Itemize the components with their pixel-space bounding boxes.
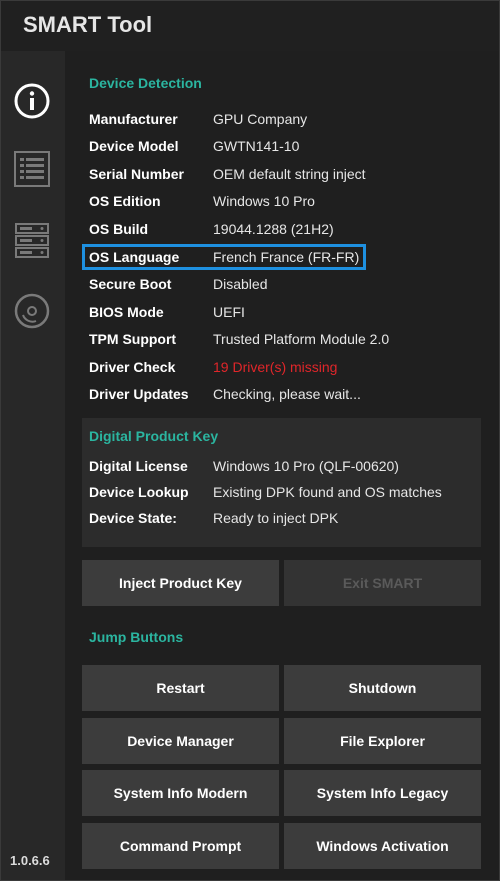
detail-row: Serial Number OEM default string inject <box>89 166 489 188</box>
device-manager-button[interactable]: Device Manager <box>82 718 279 764</box>
dpk-title: Digital Product Key <box>89 428 219 444</box>
server-icon[interactable] <box>12 221 52 261</box>
row-label: Device Lookup <box>89 484 189 500</box>
row-value: UEFI <box>213 304 245 320</box>
row-value: French France (FR-FR) <box>213 249 360 265</box>
row-value: Windows 10 Pro (QLF-00620) <box>213 458 399 474</box>
row-value: Windows 10 Pro <box>213 193 315 209</box>
info-icon[interactable] <box>12 81 52 121</box>
row-label: Driver Updates <box>89 386 189 402</box>
inject-product-key-button[interactable]: Inject Product Key <box>82 560 279 606</box>
list-icon[interactable] <box>12 149 52 189</box>
row-value: Trusted Platform Module 2.0 <box>213 331 390 347</box>
row-value: Checking, please wait... <box>213 386 361 402</box>
row-value: Ready to inject DPK <box>213 510 339 526</box>
sidebar: 1.0.6.6 <box>1 51 65 880</box>
row-label: Serial Number <box>89 166 184 182</box>
windows-activation-button[interactable]: Windows Activation <box>284 823 481 869</box>
detail-row: Manufacturer GPU Company <box>89 111 489 133</box>
row-value: 19044.1288 (21H2) <box>213 221 334 237</box>
row-value: Disabled <box>213 276 268 292</box>
row-label: TPM Support <box>89 331 177 347</box>
row-label: Digital License <box>89 458 188 474</box>
detail-row: Device State: Ready to inject DPK <box>89 510 489 532</box>
row-label: OS Build <box>89 221 149 237</box>
row-label: BIOS Mode <box>89 304 164 320</box>
driver-missing-value: 19 Driver(s) missing <box>213 359 338 375</box>
digital-product-key-panel: Digital Product Key Digital License Wind… <box>82 418 481 547</box>
row-label: OS Language <box>89 249 180 265</box>
detail-row: Driver Check 19 Driver(s) missing <box>89 359 489 381</box>
row-value: GWTN141-10 <box>213 138 300 154</box>
detail-row: Driver Updates Checking, please wait... <box>89 386 489 408</box>
detail-row: BIOS Mode UEFI <box>89 304 489 326</box>
row-label: Device Model <box>89 138 179 154</box>
row-value: Existing DPK found and OS matches <box>213 484 442 500</box>
row-label: Manufacturer <box>89 111 178 127</box>
main-content: Device Detection Manufacturer GPU Compan… <box>65 51 499 880</box>
title-bar: SMART Tool <box>1 1 499 51</box>
detail-row: OS Edition Windows 10 Pro <box>89 193 489 215</box>
jump-buttons-title: Jump Buttons <box>89 629 184 645</box>
row-label: Driver Check <box>89 359 176 375</box>
disc-icon[interactable] <box>12 291 52 331</box>
row-value: OEM default string inject <box>213 166 366 182</box>
row-label: Device State: <box>89 510 177 526</box>
detail-row: Secure Boot Disabled <box>89 276 489 298</box>
detail-row: Device Lookup Existing DPK found and OS … <box>89 484 489 506</box>
row-label: Secure Boot <box>89 276 172 292</box>
detail-row: OS Build 19044.1288 (21H2) <box>89 221 489 243</box>
device-detection-title: Device Detection <box>89 75 202 91</box>
restart-button[interactable]: Restart <box>82 665 279 711</box>
command-prompt-button[interactable]: Command Prompt <box>82 823 279 869</box>
file-explorer-button[interactable]: File Explorer <box>284 718 481 764</box>
system-info-modern-button[interactable]: System Info Modern <box>82 770 279 816</box>
detail-row: Digital License Windows 10 Pro (QLF-0062… <box>89 458 489 480</box>
row-label: OS Edition <box>89 193 161 209</box>
detail-row: Device Model GWTN141-10 <box>89 138 489 160</box>
exit-smart-button[interactable]: Exit SMART <box>284 560 481 606</box>
version-label: 1.0.6.6 <box>10 853 50 868</box>
app-window: SMART Tool 1.0.6.6 Device Detection Manu… <box>0 0 500 881</box>
row-value: GPU Company <box>213 111 308 127</box>
app-title: SMART Tool <box>23 12 153 37</box>
system-info-legacy-button[interactable]: System Info Legacy <box>284 770 481 816</box>
shutdown-button[interactable]: Shutdown <box>284 665 481 711</box>
detail-row: OS Language French France (FR-FR) <box>89 249 489 271</box>
detail-row: TPM Support Trusted Platform Module 2.0 <box>89 331 489 353</box>
